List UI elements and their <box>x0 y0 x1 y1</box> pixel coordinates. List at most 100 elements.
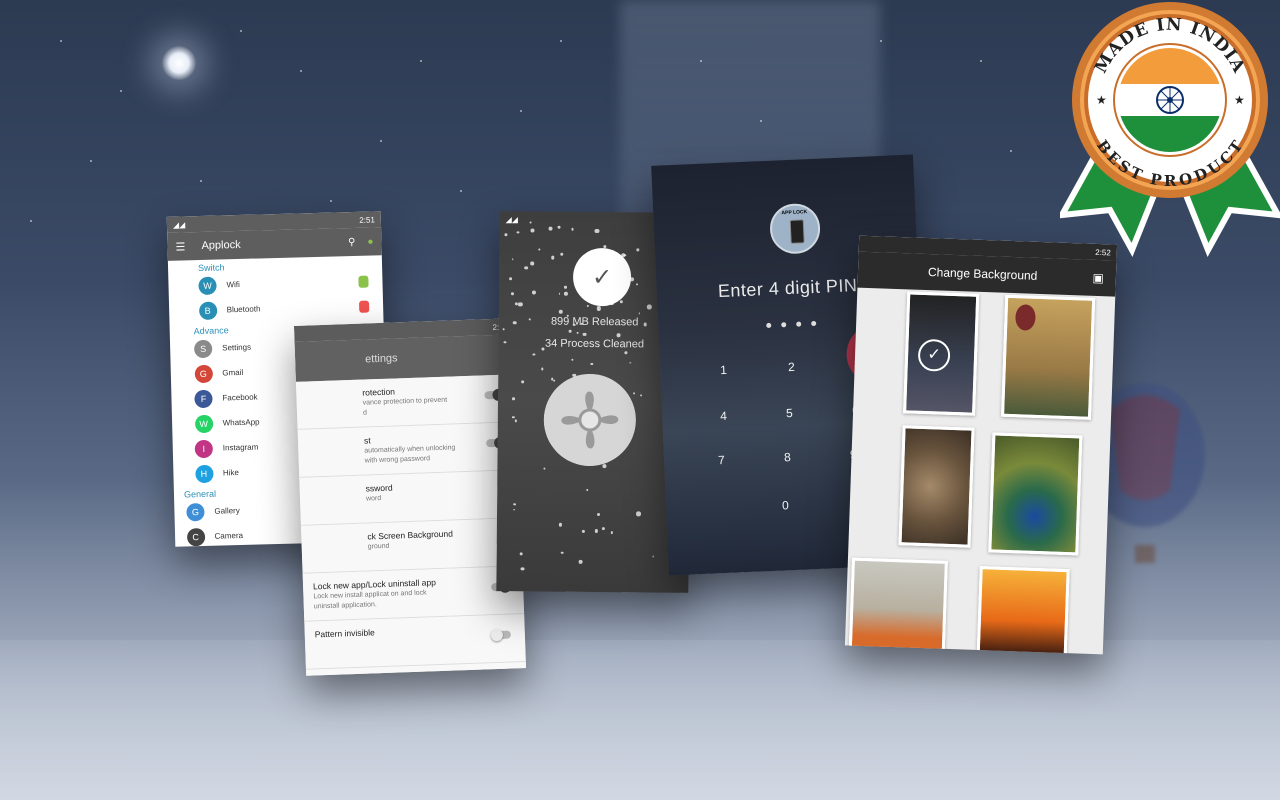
star <box>880 40 882 42</box>
wallpaper-tile-space[interactable]: ✓ <box>903 291 980 416</box>
star <box>760 120 762 122</box>
particle <box>518 302 523 307</box>
moon <box>162 46 196 80</box>
keypad-key-2[interactable]: 2 <box>788 360 795 374</box>
settings-item[interactable]: rotection vance protection to prevent d <box>295 374 518 430</box>
keypad-key-7[interactable]: 7 <box>718 453 725 467</box>
keypad-key-0[interactable]: 0 <box>782 498 789 512</box>
selected-check-icon: ✓ <box>917 338 951 372</box>
particle <box>519 552 523 556</box>
particle <box>635 283 639 286</box>
star-icon: ★ <box>1234 93 1245 107</box>
settings-item[interactable]: Pattern invisible <box>304 614 526 670</box>
particle <box>602 526 606 530</box>
particle <box>521 380 525 383</box>
settings-item[interactable]: ck Screen Background ground <box>300 518 523 574</box>
keypad-key-8[interactable]: 8 <box>784 450 791 464</box>
particle <box>596 306 601 311</box>
particle <box>647 304 652 310</box>
page-title: Change Background <box>927 265 1038 283</box>
particle <box>514 419 518 423</box>
gmail-icon: G <box>194 364 213 383</box>
particle <box>582 332 587 337</box>
search-icon[interactable]: ⚲ <box>348 236 356 247</box>
keypad-key-4[interactable]: 4 <box>720 409 727 423</box>
particle <box>548 226 553 231</box>
status-time: 2:51 <box>359 214 375 225</box>
hike-icon: H <box>194 464 214 483</box>
particle <box>624 351 628 355</box>
star <box>300 70 302 72</box>
keypad-key-5[interactable]: 5 <box>786 406 793 420</box>
signal-icon: ◢◢ <box>172 219 186 230</box>
wifi-icon: W <box>198 276 217 295</box>
particle <box>516 230 520 234</box>
particle <box>563 291 568 296</box>
wallpaper-tile-sunset[interactable] <box>976 566 1070 655</box>
star <box>200 180 202 182</box>
star-icon: ★ <box>1096 93 1107 107</box>
image-icon[interactable]: ▣ <box>1092 271 1104 285</box>
wallpaper-tile-balloons[interactable] <box>1001 294 1096 420</box>
particle <box>541 368 544 371</box>
gear-icon: S <box>193 339 213 358</box>
particle <box>636 511 641 517</box>
app-lock-logo: APP LOCK <box>768 202 822 255</box>
list-item-label: Wifi <box>226 279 240 290</box>
particle <box>511 415 515 419</box>
settings-item-title: Pattern invisible <box>314 627 375 640</box>
particle <box>551 255 555 260</box>
menu-icon[interactable]: ☰ <box>175 240 187 253</box>
gallery-icon: G <box>186 502 205 521</box>
particle <box>587 304 590 307</box>
star <box>1010 150 1012 152</box>
particle <box>639 394 643 397</box>
wallpaper-tile-lion[interactable] <box>898 425 975 548</box>
particle <box>511 258 514 261</box>
keypad-key-1[interactable]: 1 <box>720 363 727 377</box>
unlocked-icon[interactable] <box>358 275 369 288</box>
particle <box>530 228 535 233</box>
particle <box>512 397 515 401</box>
particle <box>586 488 589 491</box>
particle <box>558 293 561 295</box>
toggle-switch[interactable] <box>490 628 512 642</box>
phone-icon <box>789 219 805 244</box>
particle <box>538 248 541 251</box>
particle <box>581 530 585 534</box>
star <box>120 90 122 92</box>
fan-icon[interactable] <box>543 373 637 467</box>
star <box>520 110 522 112</box>
star <box>420 60 422 62</box>
particle <box>524 266 528 270</box>
star <box>90 160 92 162</box>
settings-item[interactable]: st automatically when unlocking with wrong… <box>297 422 520 478</box>
lock-icon[interactable]: ● <box>367 236 373 247</box>
wallpaper-tile-van[interactable] <box>848 557 948 655</box>
particle <box>560 252 564 256</box>
settings-item[interactable]: ssword word <box>299 470 521 526</box>
signal-icon: ◢◢ <box>505 214 518 224</box>
particle <box>578 559 583 564</box>
balloon-icon <box>1015 304 1036 331</box>
settings-item[interactable]: Lock new app/Lock uninstall app Lock new … <box>302 566 525 622</box>
particle <box>510 292 514 296</box>
camera-icon: C <box>186 527 205 546</box>
whatsapp-icon: W <box>194 414 213 433</box>
star <box>460 190 462 192</box>
particle <box>558 309 564 314</box>
instagram-icon: I <box>194 439 214 458</box>
bluetooth-icon: B <box>198 301 217 320</box>
star <box>980 60 982 62</box>
wallpaper-tile-peacock[interactable] <box>988 432 1083 556</box>
particle <box>590 362 594 366</box>
star <box>30 220 32 222</box>
particle <box>610 531 614 534</box>
locked-icon[interactable] <box>358 300 370 313</box>
particle <box>504 233 508 236</box>
particle <box>619 300 623 304</box>
particle <box>557 225 561 230</box>
particle <box>552 379 556 382</box>
pin-dots <box>766 320 817 329</box>
star <box>700 60 702 62</box>
